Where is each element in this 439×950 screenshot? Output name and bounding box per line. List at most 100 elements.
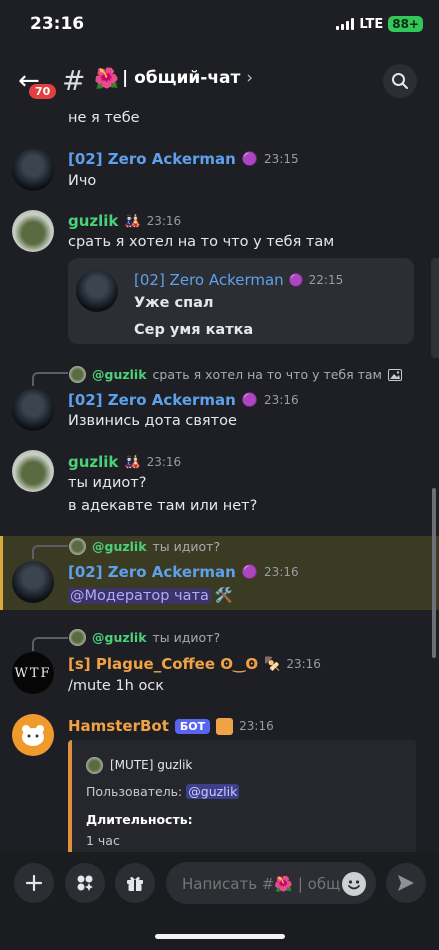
search-icon bbox=[392, 73, 408, 89]
message-text: ты идиот? bbox=[68, 475, 147, 491]
message-text: срать я хотел на то что у тебя там bbox=[68, 234, 335, 250]
message-header: [s] Plague_Coffee ʘ‿ʘ 🍢 23:16 bbox=[68, 655, 321, 673]
gift-icon bbox=[127, 876, 143, 891]
avatar[interactable] bbox=[12, 450, 54, 492]
timestamp: 23:16 bbox=[286, 657, 321, 671]
message-header: [02] Zero Ackerman 🟣 23:16 bbox=[68, 563, 299, 581]
message-text: в адекавте там или нет? bbox=[68, 498, 258, 514]
reply-avatar bbox=[69, 366, 86, 383]
message-header: [02] Zero Ackerman 🟣 23:15 bbox=[68, 150, 299, 168]
role-emoji: 🟣 bbox=[288, 273, 304, 287]
reply-text: срать я хотел на то что у тебя там bbox=[152, 367, 382, 382]
channel-name: | общий-чат bbox=[122, 68, 241, 88]
scrollbar[interactable] bbox=[432, 488, 436, 658]
message-header: guzlik 🎎 23:16 bbox=[68, 453, 181, 471]
channel-hash-icon: # bbox=[62, 64, 86, 97]
message-text: не я тебе bbox=[68, 110, 140, 126]
smile-icon bbox=[348, 880, 360, 890]
sparkle-apps-icon bbox=[77, 875, 93, 891]
embed-field-user: Пользователь: @guzlik bbox=[86, 784, 240, 799]
timestamp: 23:16 bbox=[264, 565, 299, 579]
plus-icon bbox=[25, 874, 43, 892]
user-mention[interactable]: @guzlik bbox=[186, 784, 240, 799]
author-name[interactable]: HamsterBot bbox=[68, 717, 169, 735]
field-value: 1 час bbox=[86, 833, 120, 848]
message-embed[interactable]: [02] Zero Ackerman 🟣 22:15 Уже спал Сер … bbox=[68, 258, 414, 344]
avatar[interactable] bbox=[12, 210, 54, 252]
embed-avatar bbox=[76, 270, 118, 312]
avatar[interactable]: WTF bbox=[12, 652, 54, 694]
reply-preview[interactable]: @guzlik ты идиот? bbox=[92, 630, 220, 645]
reply-connector bbox=[32, 545, 68, 559]
reply-text: ты идиот? bbox=[152, 630, 221, 645]
reply-author: @guzlik bbox=[92, 367, 147, 382]
bot-badge: БОТ bbox=[174, 718, 211, 734]
role-emoji: 🟣 bbox=[241, 564, 259, 580]
side-panel-handle[interactable] bbox=[431, 258, 439, 358]
network-label: LTE bbox=[359, 16, 384, 32]
channel-title[interactable]: | общий-чат › bbox=[122, 68, 253, 88]
role-emoji: 🍢 bbox=[264, 656, 281, 672]
add-button[interactable] bbox=[14, 863, 54, 903]
tools-emoji: 🛠️ bbox=[214, 588, 233, 604]
gift-button[interactable] bbox=[115, 863, 155, 903]
avatar[interactable] bbox=[12, 389, 54, 431]
author-name[interactable]: [02] Zero Ackerman bbox=[68, 150, 236, 168]
avatar[interactable] bbox=[12, 561, 54, 603]
timestamp: 23:16 bbox=[146, 455, 182, 469]
chevron-right-icon: › bbox=[246, 68, 254, 88]
reply-connector bbox=[32, 637, 68, 651]
hamster-icon bbox=[22, 725, 44, 746]
author-name[interactable]: guzlik bbox=[68, 453, 118, 471]
embed-avatar bbox=[86, 757, 103, 774]
embed-line: Сер умя катка bbox=[134, 322, 254, 338]
timestamp: 23:15 bbox=[264, 152, 299, 166]
avatar[interactable] bbox=[12, 149, 54, 191]
embed-line: Уже спал bbox=[134, 295, 214, 311]
embed-timestamp: 22:15 bbox=[308, 273, 344, 287]
unread-badge: 70 bbox=[29, 84, 57, 99]
reply-avatar bbox=[69, 538, 86, 555]
status-indicators: LTE 88+ bbox=[336, 16, 423, 32]
message-header: HamsterBot БОТ 23:16 bbox=[68, 717, 274, 735]
author-name[interactable]: guzlik bbox=[68, 212, 118, 230]
timestamp: 23:16 bbox=[264, 393, 299, 407]
message-text: Извинись дота святое bbox=[68, 413, 237, 429]
battery-icon: 88+ bbox=[388, 16, 423, 32]
search-button[interactable] bbox=[383, 64, 417, 98]
author-name[interactable]: [02] Zero Ackerman bbox=[68, 391, 236, 409]
bot-avatar[interactable] bbox=[12, 714, 54, 756]
timestamp: 23:16 bbox=[239, 719, 274, 733]
field-label: Пользователь: bbox=[86, 784, 183, 799]
bot-emoji-icon bbox=[216, 717, 234, 735]
image-icon bbox=[388, 368, 402, 381]
reply-text: ты идиот? bbox=[152, 539, 221, 554]
send-button[interactable] bbox=[386, 863, 426, 903]
author-name[interactable]: [02] Zero Ackerman bbox=[68, 563, 236, 581]
embed-author: [02] Zero Ackerman bbox=[134, 271, 284, 289]
reply-author: @guzlik bbox=[92, 630, 147, 645]
embed-title: [MUTE] guzlik bbox=[110, 758, 193, 772]
status-time: 23:16 bbox=[30, 14, 85, 34]
reply-preview[interactable]: @guzlik срать я хотел на то что у тебя т… bbox=[92, 367, 402, 382]
role-emoji: 🟣 bbox=[241, 151, 259, 167]
reply-avatar bbox=[69, 629, 86, 646]
message-text: Ичо bbox=[68, 173, 97, 189]
message-input[interactable] bbox=[180, 874, 344, 894]
role-emoji: 🎎 bbox=[124, 454, 141, 470]
timestamp: 23:16 bbox=[146, 214, 182, 228]
reply-author: @guzlik bbox=[92, 539, 147, 554]
bot-embed: [MUTE] guzlik Пользователь: @guzlik Длит… bbox=[68, 740, 416, 860]
home-indicator bbox=[155, 934, 285, 939]
reply-preview[interactable]: @guzlik ты идиот? bbox=[92, 539, 220, 554]
emoji-button[interactable] bbox=[342, 872, 366, 896]
author-name[interactable]: [s] Plague_Coffee ʘ‿ʘ bbox=[68, 655, 258, 673]
send-icon bbox=[398, 875, 414, 891]
message-text: /mute 1h оск bbox=[68, 678, 165, 694]
reply-connector bbox=[32, 372, 68, 386]
apps-button[interactable] bbox=[65, 863, 105, 903]
message-header: guzlik 🎎 23:16 bbox=[68, 212, 181, 230]
role-mention[interactable]: @Модератор чата bbox=[68, 587, 211, 604]
signal-icon bbox=[336, 18, 355, 30]
role-emoji: 🟣 bbox=[241, 392, 259, 408]
